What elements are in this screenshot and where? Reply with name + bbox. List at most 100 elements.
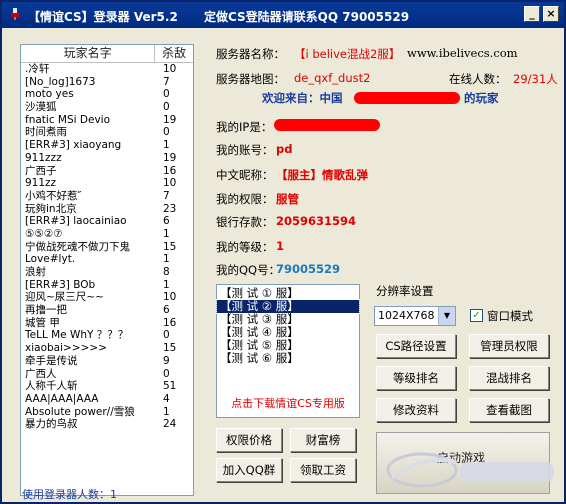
chevron-down-icon[interactable]: ▼ (438, 307, 455, 325)
map-label: 服务器地图： (216, 72, 285, 86)
player-name: 911zz (25, 177, 57, 190)
player-row[interactable]: 浪射 8 (21, 266, 193, 279)
player-row[interactable]: 城管 甲 16 (21, 317, 193, 330)
player-row[interactable]: 人称千人斩 51 (21, 380, 193, 393)
player-name: 宁做战死魂不做刀下鬼 (25, 240, 130, 253)
player-kills: 10 (163, 177, 177, 190)
login-window: 【情谊CS】登录器 Ver5.2 定做CS登陆器请联系QQ 79005529 _… (0, 0, 566, 504)
player-row[interactable]: 再撸一把 6 (21, 304, 193, 317)
download-link[interactable]: 点击下载情谊CS专用版 (217, 395, 359, 411)
permission-price-button[interactable]: 权限价格 (216, 428, 282, 452)
bank-label: 银行存款： (216, 215, 274, 229)
title-bar[interactable]: 【情谊CS】登录器 Ver5.2 定做CS登陆器请联系QQ 79005529 _… (2, 2, 564, 28)
player-kills: 0 (163, 88, 170, 101)
player-row[interactable]: 广西子 16 (21, 165, 193, 178)
permission-value: 服管 (276, 192, 299, 206)
player-row[interactable]: 小鸡不好惹″ 7 (21, 190, 193, 203)
player-name: 浪射 (25, 266, 46, 278)
admin-permission-button[interactable]: 管理员权限 (469, 334, 549, 358)
account-label: 我的账号： (216, 143, 274, 157)
player-row[interactable]: xiaobai>>>>> 15 (21, 342, 193, 355)
column-header-name[interactable]: 玩家名字 (21, 45, 156, 62)
column-header-kills[interactable]: 杀敌 (155, 45, 193, 62)
player-kills: 1 (163, 227, 170, 240)
qq-value: 79005529 (276, 262, 341, 276)
window-mode-checkbox[interactable]: ✓ (470, 309, 483, 322)
server-list[interactable]: 【测 试 ① 服】 【测 试 ② 服】 【测 试 ③ 服】 【测 试 ④ 服】 【测 试… (216, 284, 360, 418)
player-row[interactable]: 911zz 10 (21, 177, 193, 190)
app-icon (11, 8, 19, 20)
player-kills: 19 (163, 151, 177, 164)
player-kills: 4 (163, 392, 170, 405)
player-row[interactable]: ⑤⑤②⑦ 1 (21, 228, 193, 241)
player-kills: 15 (163, 240, 177, 253)
player-row[interactable]: moto yes 0 (21, 88, 193, 101)
player-name: xiaobai>>>>> (25, 342, 107, 355)
ip-label: 我的IP是： (216, 120, 273, 134)
server-name-value: 【i belive混战2服】 (294, 47, 401, 61)
player-name: 911zzz (25, 151, 62, 164)
player-kills: 6 (163, 215, 170, 228)
player-row[interactable]: 暴力的鸟叔 24 (21, 418, 193, 431)
player-name: fnatic MSi Devio (25, 113, 111, 126)
permission-label: 我的权限： (216, 192, 274, 206)
cs-path-button[interactable]: CS路径设置 (376, 334, 456, 358)
join-qq-group-button[interactable]: 加入QQ群 (216, 458, 282, 482)
player-kills: 0 (163, 367, 170, 380)
player-row[interactable]: AAA|AAA|AAA 4 (21, 393, 193, 406)
player-name: 广西子 (25, 164, 57, 177)
server-items: 【测 试 ① 服】 【测 试 ② 服】 【测 试 ③ 服】 【测 试 ④ 服】 【测 试… (216, 285, 360, 365)
player-row[interactable]: 沙漠狐 0 (21, 101, 193, 114)
player-row[interactable]: fnatic MSi Devio 19 (21, 114, 193, 127)
player-row[interactable]: 广西人 0 (21, 368, 193, 381)
player-name: moto yes (25, 88, 74, 101)
view-screenshot-button[interactable]: 查看截图 (469, 398, 549, 422)
window-subtitle: 定做CS登陆器请联系QQ 79005529 (204, 10, 410, 24)
player-row[interactable]: 玩夠in北京 23 (21, 203, 193, 216)
player-name: 城管 甲 (25, 316, 60, 329)
minimize-button[interactable]: _ (524, 6, 540, 22)
player-row[interactable]: 宁做战死魂不做刀下鬼 15 (21, 241, 193, 254)
player-kills: 1 (163, 139, 170, 152)
player-row[interactable]: Love#lyt. 1 (21, 253, 193, 266)
resolution-select[interactable]: 1024X768 ▼ (374, 306, 456, 326)
player-name: ⑤⑤②⑦ (25, 227, 63, 240)
player-row[interactable]: [ERR#3] BOb 1 (21, 279, 193, 292)
welcome-suffix: 的玩家 (464, 91, 499, 105)
player-name: [ERR#3] laocainiao (25, 215, 127, 228)
close-button[interactable]: × (543, 6, 559, 22)
player-kills: 6 (163, 304, 170, 317)
player-kills: 51 (163, 380, 177, 393)
player-kills: 24 (163, 418, 177, 431)
account-value: pd (276, 142, 293, 156)
player-kills: 1 (163, 405, 170, 418)
player-row[interactable]: [ERR#3] xiaoyang 1 (21, 139, 193, 152)
player-list[interactable]: 玩家名字 杀敌 .冷轩 10 [No_log]1673 7 moto yes 0 沙漠狐 0 f… (20, 44, 194, 496)
player-kills: 8 (163, 266, 170, 278)
level-rank-button[interactable]: 等级排名 (376, 366, 456, 390)
nickname-value: 【服主】情歌乱弹 (276, 168, 368, 182)
window-mode-label: 窗口模式 (487, 309, 533, 323)
player-name: 小鸡不好惹″ (25, 189, 82, 202)
player-kills: 10 (163, 63, 177, 75)
wealth-rank-button[interactable]: 财富榜 (290, 428, 356, 452)
player-kills: 0 (163, 126, 170, 139)
player-row[interactable]: 迎风~尿三尺~~ 10 (21, 291, 193, 304)
edit-profile-button[interactable]: 修改资料 (376, 398, 456, 422)
player-row[interactable]: TeLL Me WhY ？？？ 0 (21, 329, 193, 342)
player-row[interactable]: 牵手是传说 9 (21, 355, 193, 368)
window-title: 【情谊CS】登录器 Ver5.2 (28, 10, 178, 24)
player-row[interactable]: [ERR#3] laocainiao 6 (21, 215, 193, 228)
player-kills: 19 (163, 113, 177, 126)
player-kills: 9 (163, 354, 170, 367)
melee-rank-button[interactable]: 混战排名 (469, 366, 549, 390)
player-row[interactable]: .冷轩 10 (21, 63, 193, 76)
server-item[interactable]: 【测 试 ⑥ 服】 (217, 352, 359, 365)
player-name: 玩夠in北京 (25, 202, 77, 215)
player-kills: 16 (163, 316, 177, 329)
player-row[interactable]: [No_log]1673 7 (21, 76, 193, 89)
get-salary-button[interactable]: 领取工资 (290, 458, 356, 482)
player-row[interactable]: 时间煮雨 0 (21, 126, 193, 139)
player-row[interactable]: 911zzz 19 (21, 152, 193, 165)
player-row[interactable]: Absolute power//雪狼 1 (21, 406, 193, 419)
